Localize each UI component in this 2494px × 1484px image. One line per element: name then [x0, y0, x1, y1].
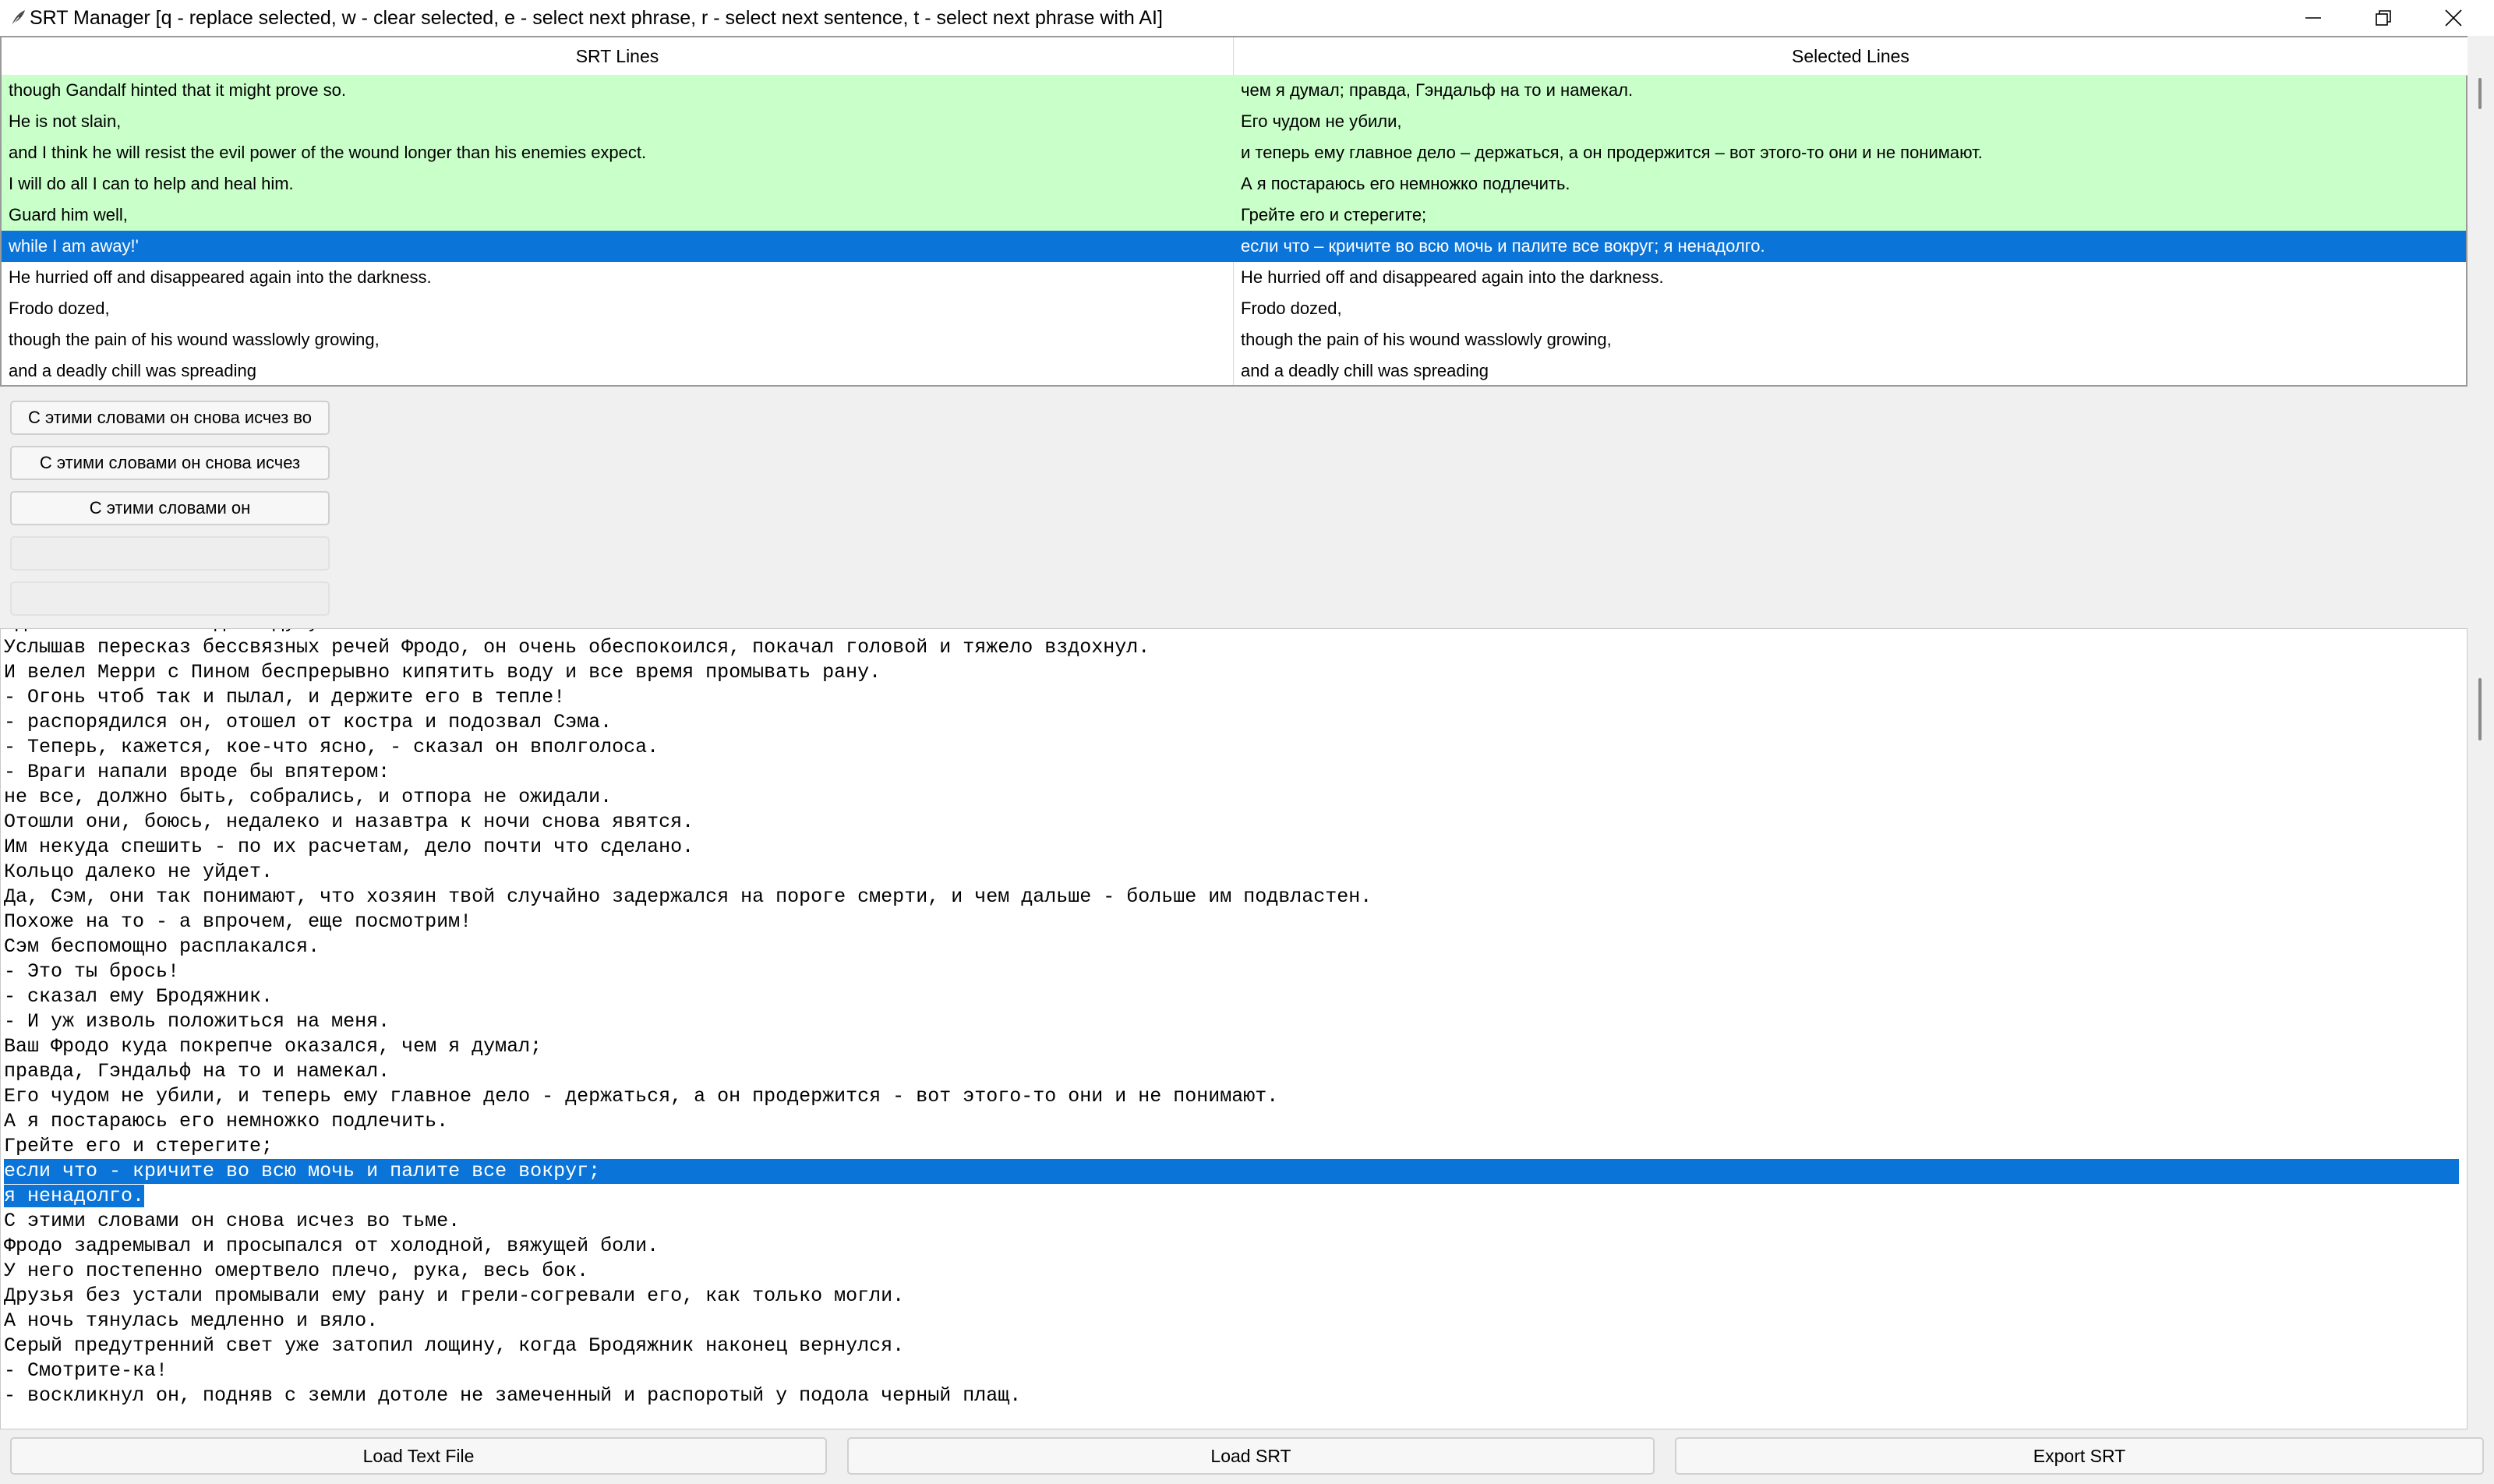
- selected-line-cell: чем я думал; правда, Гэндальф на то и на…: [1241, 80, 1634, 100]
- text-line: Грейте его и стерегите;: [4, 1135, 274, 1157]
- table-row[interactable]: while I am away!' если что – кричите во в…: [2, 231, 2466, 262]
- close-icon: [2445, 9, 2462, 26]
- column-header-selected-lines[interactable]: Selected Lines: [1234, 37, 2468, 76]
- srt-line-cell: while I am away!': [9, 236, 139, 256]
- table-row[interactable]: I will do all I can to help and heal him…: [2, 168, 2466, 200]
- text-line: - распорядился он, отошел от костра и по…: [4, 711, 613, 733]
- selected-line-cell: though the pain of his wound wasslowly g…: [1241, 330, 1612, 349]
- text-line: - сказал ему Бродяжник.: [4, 985, 274, 1008]
- table-row[interactable]: Guard him well, Грейте его и стерегите;: [2, 200, 2466, 231]
- load-srt-button[interactable]: Load SRT: [847, 1437, 1655, 1475]
- text-line: С этими словами он снова исчез во тьме.: [4, 1210, 461, 1232]
- feather-icon: [11, 10, 25, 26]
- text-line: И велел Мерри с Пином беспрерывно кипяти…: [4, 661, 881, 684]
- srt-line-cell: He hurried off and disappeared again int…: [9, 267, 432, 287]
- text-line: Услышав пересказ бессвязных речей Фродо,…: [4, 636, 1150, 659]
- srt-line-cell: I will do all I can to help and heal him…: [9, 174, 294, 193]
- column-header-srt-lines[interactable]: SRT Lines: [2, 37, 1234, 76]
- selected-line-cell: А я постараюсь его немножко подлечить.: [1241, 174, 1570, 193]
- minimize-button[interactable]: [2277, 0, 2349, 36]
- text-line: У него постепенно омертвело плечо, рука,…: [4, 1260, 589, 1282]
- load-text-file-button[interactable]: Load Text File: [10, 1437, 827, 1475]
- text-line: если что - кричите во всю мочь и палите …: [4, 1159, 2459, 1184]
- restore-button[interactable]: [2347, 0, 2419, 36]
- srt-line-cell: and a deadly chill was spreading: [9, 361, 256, 380]
- table-row[interactable]: He hurried off and disappeared again int…: [2, 262, 2466, 293]
- title-bar: SRT Manager [q - replace selected, w - c…: [0, 0, 2494, 36]
- text-line: я ненадолго.: [4, 1184, 2459, 1209]
- text-line: Отошли они, боюсь, недалеко и назавтра к…: [4, 811, 694, 833]
- selected-line-cell: если что – кричите во всю мочь и палите …: [1241, 236, 1765, 256]
- export-srt-button[interactable]: Export SRT: [1675, 1437, 2484, 1475]
- text-scrollbar-thumb[interactable]: [2478, 678, 2482, 740]
- table-row[interactable]: and a deadly chill was spreading and a de…: [2, 355, 2466, 387]
- selected-line-cell: and a deadly chill was spreading: [1241, 361, 1489, 380]
- phrase-option-button-4[interactable]: [10, 536, 330, 571]
- selected-line-cell: Его чудом не убили,: [1241, 111, 1402, 131]
- minimize-icon: [2305, 17, 2321, 19]
- table-scrollbar-thumb[interactable]: [2478, 78, 2482, 109]
- table-row[interactable]: though the pain of his wound wasslowly g…: [2, 324, 2466, 355]
- table-row[interactable]: though Gandalf hinted that it might prov…: [2, 75, 2466, 106]
- text-lines: Однако поблизости даже духу их нет.Услыш…: [4, 629, 2459, 1408]
- selected-text: я ненадолго.: [4, 1185, 145, 1207]
- table-row[interactable]: Frodo dozed, Frodo dozed,: [2, 293, 2466, 324]
- text-line: - воскликнул он, подняв с земли дотоле н…: [4, 1384, 1022, 1407]
- phrase-option-button-2[interactable]: С этими словами он снова исчез: [10, 446, 330, 480]
- table-row[interactable]: He is not slain, Его чудом не убили,: [2, 106, 2466, 137]
- window-title: SRT Manager [q - replace selected, w - c…: [30, 7, 1163, 29]
- text-line: - Теперь, кажется, кое-что ясно, - сказа…: [4, 736, 659, 758]
- text-line: Кольцо далеко не уйдет.: [4, 860, 274, 883]
- text-line: не все, должно быть, собрались, и отпора…: [4, 786, 613, 808]
- text-line: А ночь тянулась медленно и вяло.: [4, 1309, 379, 1332]
- text-line: А я постараюсь его немножко подлечить.: [4, 1110, 449, 1132]
- text-line: - Огонь чтоб так и пылал, и держите его …: [4, 686, 566, 708]
- text-line: Похоже на то - а впрочем, еще посмотрим!: [4, 910, 472, 933]
- text-line: - Это ты брось!: [4, 960, 180, 983]
- phrase-option-button-1[interactable]: С этими словами он снова исчез во: [10, 401, 330, 435]
- srt-line-cell: though the pain of his wound wasslowly g…: [9, 330, 380, 349]
- text-line: Друзья без устали промывали ему рану и г…: [4, 1284, 905, 1307]
- selected-line-cell: Frodo dozed,: [1241, 299, 1342, 318]
- text-line: Сэм беспомощно расплакался.: [4, 935, 320, 958]
- text-line: правда, Гэндальф на то и намекал.: [4, 1060, 390, 1083]
- source-text-area[interactable]: Однако поблизости даже духу их нет.Услыш…: [0, 628, 2468, 1429]
- text-line: - Смотрите-ка!: [4, 1359, 168, 1382]
- close-button[interactable]: [2418, 0, 2489, 36]
- srt-line-cell: Guard him well,: [9, 205, 128, 224]
- phrase-option-button-3[interactable]: С этими словами он: [10, 491, 330, 525]
- text-line: Однако поблизости даже духу их нет.: [4, 629, 2459, 635]
- selected-line-cell: He hurried off and disappeared again int…: [1241, 267, 1664, 287]
- text-line: - И уж изволь положиться на меня.: [4, 1010, 390, 1033]
- text-line: Серый предутренний свет уже затопил лощи…: [4, 1334, 905, 1357]
- table-row[interactable]: and I think he will resist the evil powe…: [2, 137, 2466, 168]
- srt-line-cell: and I think he will resist the evil powe…: [9, 143, 647, 162]
- text-line: Фродо задремывал и просыпался от холодно…: [4, 1235, 659, 1257]
- text-line: - Враги напали вроде бы впятером:: [4, 761, 390, 783]
- phrase-option-button-5[interactable]: [10, 581, 330, 616]
- text-line: Им некуда спешить - по их расчетам, дело…: [4, 836, 694, 858]
- text-line: Ваш Фродо куда покрепче оказался, чем я …: [4, 1035, 542, 1058]
- text-line: Его чудом не убили, и теперь ему главное…: [4, 1085, 1279, 1108]
- srt-line-cell: Frodo dozed,: [9, 299, 110, 318]
- srt-line-cell: though Gandalf hinted that it might prov…: [9, 80, 346, 100]
- text-line: Да, Сэм, они так понимают, что хозяин тв…: [4, 885, 1372, 908]
- restore-icon: [2376, 10, 2391, 26]
- srt-line-cell: He is not slain,: [9, 111, 122, 131]
- srt-table[interactable]: SRT Lines Selected Lines though Gandalf …: [0, 36, 2468, 387]
- selected-line-cell: Грейте его и стерегите;: [1241, 205, 1427, 224]
- selected-line-cell: и теперь ему главное дело – держаться, а…: [1241, 143, 1983, 162]
